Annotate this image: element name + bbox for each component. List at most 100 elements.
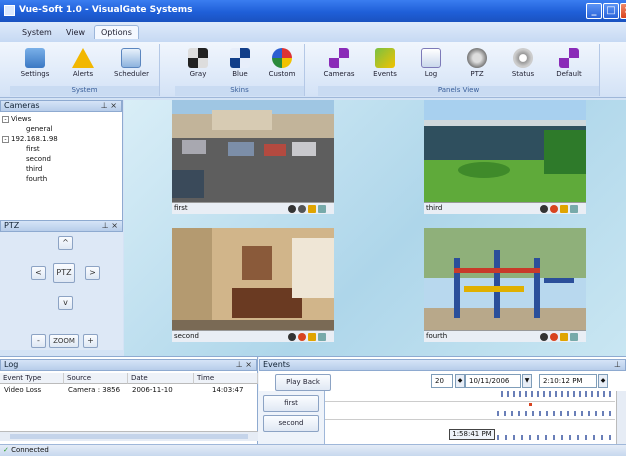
events-panel-header[interactable]: Events ⊥ bbox=[259, 359, 626, 371]
panel-pin-close-icon[interactable]: ⊥ × bbox=[101, 101, 117, 111]
panel-pin-close-icon[interactable]: ⊥ × bbox=[236, 360, 252, 370]
time-input[interactable]: 2:10:12 PM bbox=[539, 374, 597, 388]
event-timeline[interactable]: 1:58:41 PM bbox=[325, 391, 615, 445]
snapshot-icon[interactable] bbox=[550, 333, 558, 341]
camera-view-fourth[interactable]: fourth bbox=[424, 228, 586, 342]
close-button[interactable]: × bbox=[620, 3, 626, 19]
ptz-control-icon[interactable] bbox=[318, 333, 326, 341]
camera-view-third[interactable]: third bbox=[424, 100, 586, 214]
gray-skin-button[interactable]: Gray bbox=[181, 48, 215, 78]
default-panel-label: Default bbox=[556, 70, 582, 78]
log-cell-date: 2006-11-10 bbox=[132, 386, 173, 394]
log-panel-header[interactable]: Log ⊥ × bbox=[0, 359, 257, 371]
column-header-time[interactable]: Time bbox=[194, 373, 258, 384]
column-header-date[interactable]: Date bbox=[128, 373, 194, 384]
log-panel-button[interactable]: Log bbox=[414, 48, 448, 78]
tree-camera-label: fourth bbox=[26, 175, 48, 183]
ptz-panel-button[interactable]: PTZ bbox=[460, 48, 494, 78]
color-icon[interactable] bbox=[308, 333, 316, 341]
camera-view-second[interactable]: second bbox=[172, 228, 334, 342]
ptz-control-icon[interactable] bbox=[570, 333, 578, 341]
ptz-panel-label: PTZ bbox=[470, 70, 484, 78]
tree-node-camera-first[interactable]: first bbox=[26, 144, 40, 154]
events-panel: Events ⊥ Play Back 20 ◆ 10/11/2006 ▼ 2:1… bbox=[259, 357, 626, 445]
camera-caption-bar: second bbox=[172, 330, 334, 342]
ptz-panel-header[interactable]: PTZ ⊥ × bbox=[0, 220, 123, 232]
gray-skin-label: Gray bbox=[189, 70, 207, 78]
date-dropdown-icon[interactable]: ▼ bbox=[522, 374, 532, 388]
camera-tree: - Views general -192.168.1.98 first secon… bbox=[2, 114, 120, 214]
window-title: Vue-Soft 1.0 - VisualGate Systems bbox=[19, 5, 193, 15]
vertical-scrollbar[interactable] bbox=[616, 391, 626, 445]
alerts-label: Alerts bbox=[72, 70, 94, 78]
record-icon[interactable] bbox=[540, 333, 548, 341]
tree-node-camera-second[interactable]: second bbox=[26, 154, 51, 164]
event-camera-list: first second bbox=[259, 391, 325, 445]
collapse-icon[interactable]: - bbox=[2, 136, 9, 143]
event-marks-row bbox=[497, 435, 611, 440]
event-count-input[interactable]: 20 bbox=[431, 374, 453, 388]
column-header-source[interactable]: Source bbox=[64, 373, 128, 384]
ptz-left-button[interactable]: < bbox=[31, 266, 46, 280]
camera-name: second bbox=[174, 332, 199, 340]
menu-system[interactable]: System bbox=[16, 26, 58, 39]
event-camera-first[interactable]: first bbox=[263, 395, 319, 412]
play-back-button[interactable]: Play Back bbox=[275, 374, 331, 391]
tree-node-camera-fourth[interactable]: fourth bbox=[26, 174, 47, 184]
collapse-icon[interactable]: - bbox=[2, 116, 9, 123]
camera-feed-image bbox=[172, 228, 334, 342]
snapshot-icon[interactable] bbox=[550, 205, 558, 213]
log-panel-label: Log bbox=[424, 70, 438, 78]
ptz-right-button[interactable]: > bbox=[85, 266, 100, 280]
menu-view[interactable]: View bbox=[60, 26, 91, 39]
zoom-out-button[interactable]: - bbox=[31, 334, 46, 348]
cameras-panel-button[interactable]: Cameras bbox=[322, 48, 356, 78]
app-window: Vue-Soft 1.0 - VisualGate Systems _ □ × … bbox=[0, 0, 626, 456]
date-input[interactable]: 10/11/2006 bbox=[465, 374, 521, 388]
title-bar[interactable]: Vue-Soft 1.0 - VisualGate Systems _ □ × bbox=[0, 0, 626, 22]
camera-view-first[interactable]: first bbox=[172, 100, 334, 214]
default-panel-button[interactable]: Default bbox=[552, 48, 586, 78]
custom-skin-icon bbox=[272, 48, 292, 68]
event-camera-second[interactable]: second bbox=[263, 415, 319, 432]
zoom-in-button[interactable]: + bbox=[83, 334, 98, 348]
color-icon[interactable] bbox=[560, 205, 568, 213]
cameras-panel-header[interactable]: Cameras ⊥ × bbox=[0, 100, 122, 112]
column-header-event-type[interactable]: Event Type bbox=[0, 373, 64, 384]
panel-pin-icon[interactable]: ⊥ bbox=[614, 360, 621, 370]
maximize-button[interactable]: □ bbox=[603, 3, 619, 19]
panel-pin-close-icon[interactable]: ⊥ × bbox=[102, 221, 118, 231]
record-icon[interactable] bbox=[288, 333, 296, 341]
time-spinner[interactable]: ◆ bbox=[598, 374, 608, 388]
ptz-control-icon[interactable] bbox=[318, 205, 326, 213]
tree-node-views[interactable]: - Views bbox=[2, 114, 31, 124]
record-icon[interactable] bbox=[540, 205, 548, 213]
blue-skin-button[interactable]: Blue bbox=[223, 48, 257, 78]
camera-view-grid: first second third fourth bbox=[124, 100, 626, 356]
color-icon[interactable] bbox=[308, 205, 316, 213]
custom-skin-button[interactable]: Custom bbox=[265, 48, 299, 78]
snapshot-icon[interactable] bbox=[298, 333, 306, 341]
status-panel-button[interactable]: Status bbox=[506, 48, 540, 78]
minimize-button[interactable]: _ bbox=[586, 3, 602, 19]
record-icon[interactable] bbox=[288, 205, 296, 213]
events-panel-button[interactable]: Events bbox=[368, 48, 402, 78]
settings-button[interactable]: Settings bbox=[18, 48, 52, 78]
menu-options[interactable]: Options bbox=[94, 25, 139, 39]
alerts-button[interactable]: Alerts bbox=[66, 48, 100, 78]
tree-node-camera-third[interactable]: third bbox=[26, 164, 42, 174]
ptz-down-button[interactable]: v bbox=[58, 296, 73, 310]
color-icon[interactable] bbox=[560, 333, 568, 341]
count-spinner[interactable]: ◆ bbox=[455, 374, 465, 388]
scheduler-button[interactable]: Scheduler bbox=[114, 48, 149, 78]
ptz-center-button[interactable]: PTZ bbox=[53, 263, 75, 283]
tree-node-server[interactable]: -192.168.1.98 bbox=[2, 134, 58, 144]
ptz-up-button[interactable]: ^ bbox=[58, 236, 73, 250]
horizontal-scrollbar[interactable] bbox=[0, 431, 258, 441]
blue-skin-icon bbox=[230, 48, 250, 68]
tree-node-general[interactable]: general bbox=[26, 124, 53, 134]
ptz-control-icon[interactable] bbox=[570, 205, 578, 213]
snapshot-icon[interactable] bbox=[298, 205, 306, 213]
ptz-panel: PTZ ⊥ × ^ < PTZ > v - ZOOM + bbox=[0, 220, 123, 350]
scrollbar-thumb[interactable] bbox=[10, 434, 248, 439]
